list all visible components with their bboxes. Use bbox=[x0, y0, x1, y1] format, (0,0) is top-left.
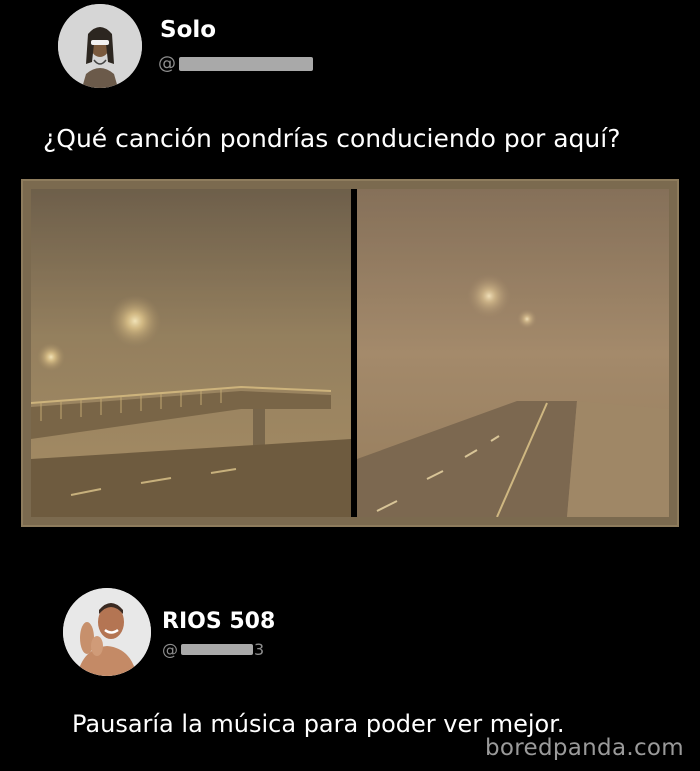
photo-left-foggy-overpass[interactable] bbox=[31, 189, 351, 517]
author-handle[interactable]: @ 3 bbox=[162, 640, 264, 659]
handle-tail: 3 bbox=[254, 640, 265, 659]
handle-at: @ bbox=[162, 640, 178, 659]
author-name[interactable]: RIOS 508 bbox=[162, 609, 275, 634]
avatar-photo bbox=[63, 588, 151, 676]
post-media[interactable] bbox=[21, 179, 679, 527]
post-text: Pausaría la música para poder ver mejor. bbox=[72, 710, 565, 738]
photo-right-foggy-highway[interactable] bbox=[357, 189, 669, 517]
avatar[interactable] bbox=[63, 588, 151, 676]
redacted-handle bbox=[181, 644, 253, 655]
author-handle[interactable]: @ bbox=[158, 53, 313, 74]
post-text: ¿Qué canción pondrías conduciendo por aq… bbox=[43, 124, 621, 153]
handle-at: @ bbox=[158, 53, 176, 74]
watermark: boredpanda.com bbox=[485, 735, 684, 761]
avatar[interactable] bbox=[58, 4, 142, 88]
avatar-illustration bbox=[58, 4, 142, 88]
author-name[interactable]: Solo bbox=[160, 17, 216, 43]
redacted-handle bbox=[179, 56, 313, 71]
post-original: Solo @ ¿Qué canción pondrías conduciendo… bbox=[0, 0, 700, 540]
